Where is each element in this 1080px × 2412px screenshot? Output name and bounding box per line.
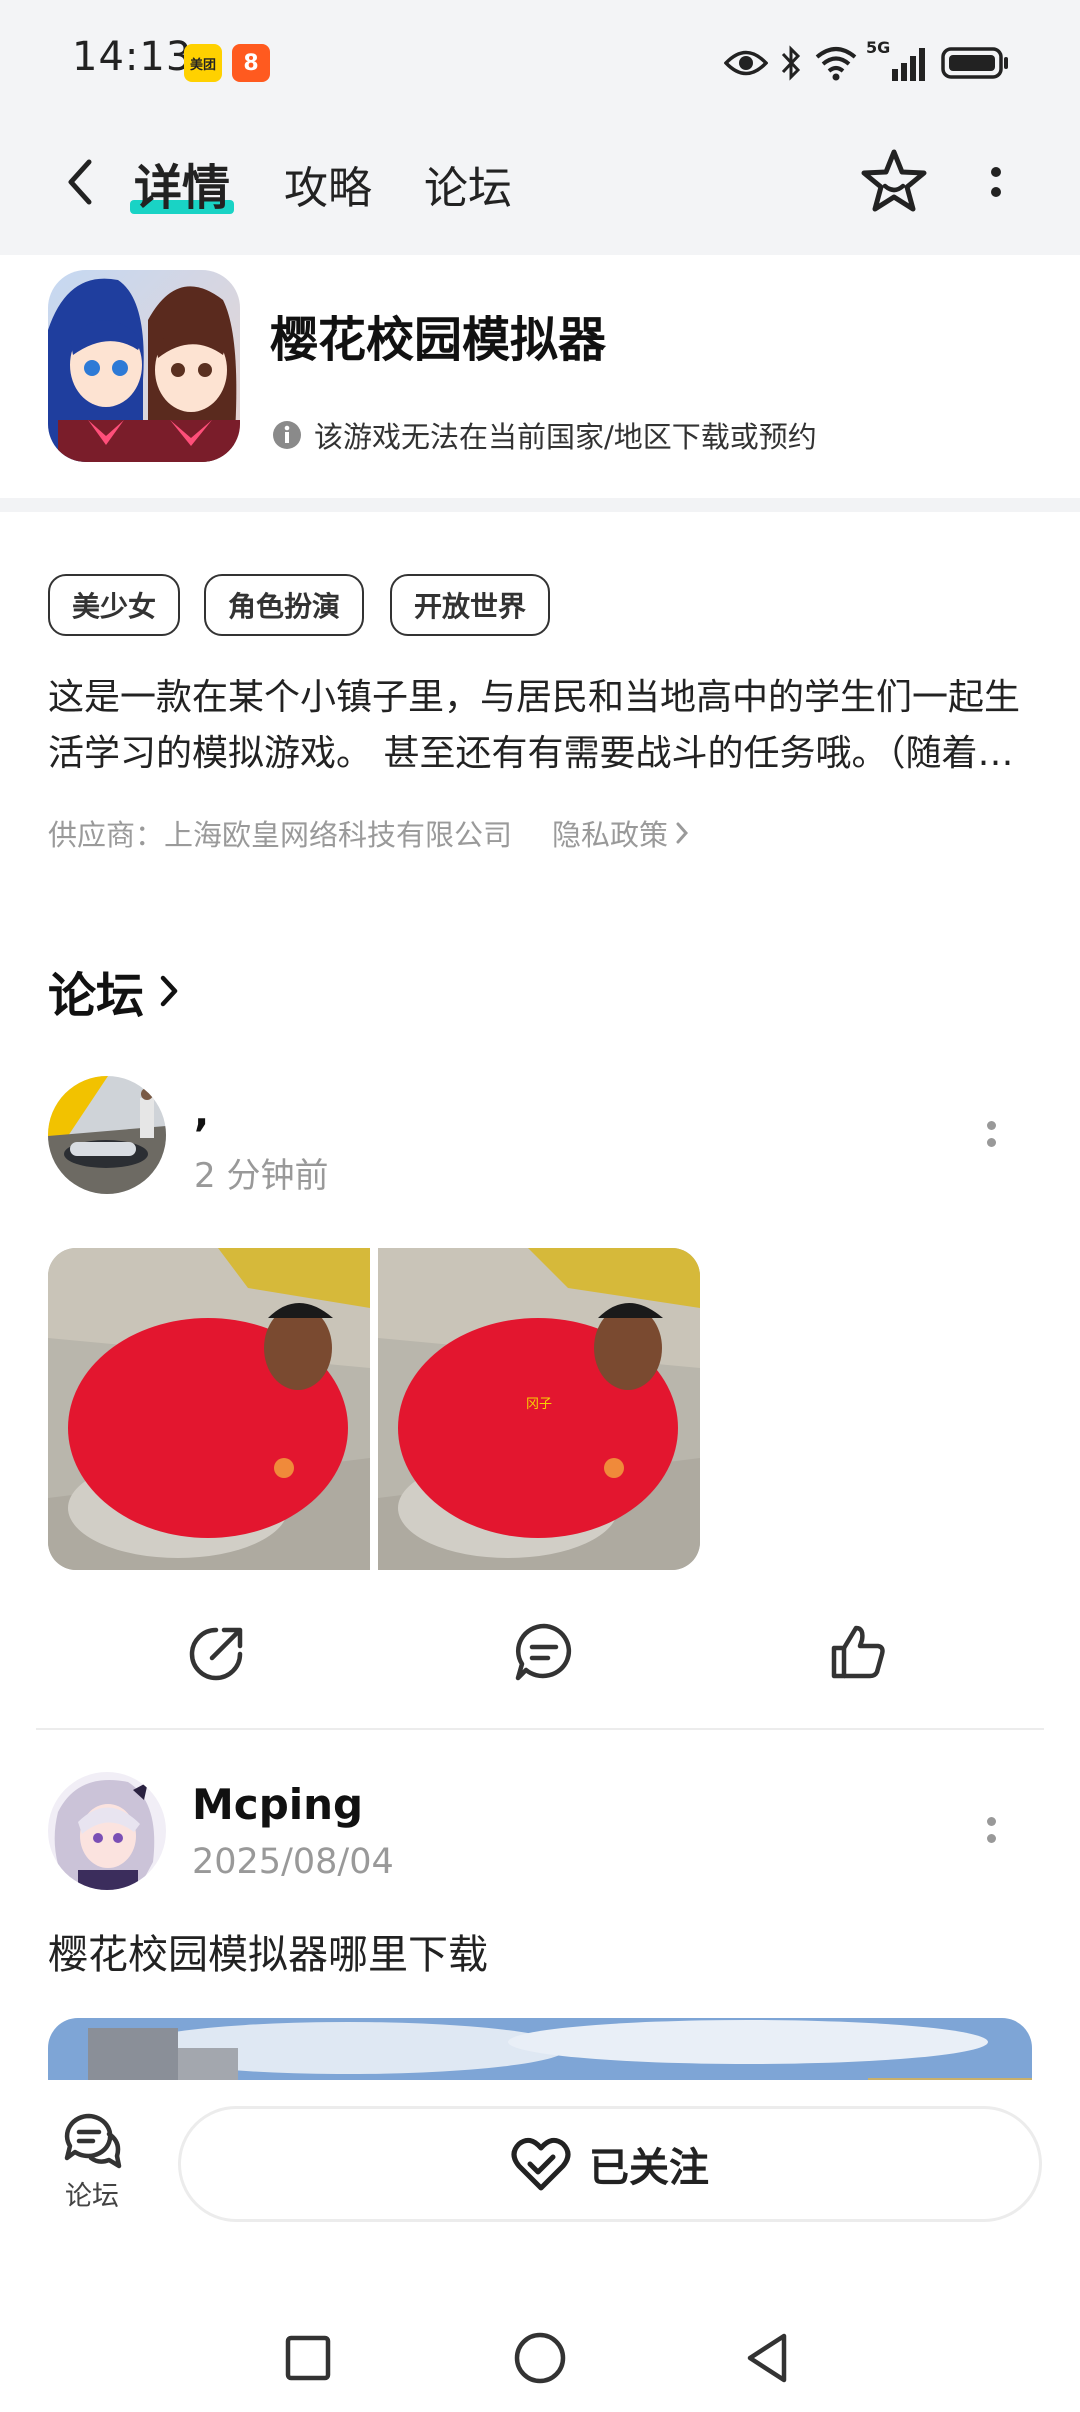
- app-description[interactable]: 这是一款在某个小镇子里，与居民和当地高中的学生们一起生 活学习的模拟游戏。 甚至…: [48, 670, 1038, 782]
- 5g-signal-icon: 5G: [866, 38, 930, 88]
- post-image[interactable]: 冈子: [378, 1248, 700, 1570]
- forum-nav-button[interactable]: 论坛: [56, 2112, 128, 2213]
- supplier-row: 供应商：上海欧皇网络科技有限公司 隐私政策: [48, 812, 690, 854]
- status-time: 14:13: [72, 34, 193, 80]
- meituan-notification-icon: 美团: [184, 44, 222, 82]
- follow-button[interactable]: 已关注: [178, 2106, 1042, 2222]
- comment-button[interactable]: [512, 1620, 576, 1684]
- app-title: 樱花校园模拟器: [270, 312, 607, 368]
- info-icon: [273, 421, 301, 449]
- app-description-line: 这是一款在某个小镇子里，与居民和当地高中的学生们一起生: [48, 677, 1021, 718]
- privacy-policy-link[interactable]: 隐私政策: [552, 812, 690, 854]
- triangle-back-icon: [747, 2333, 787, 2383]
- forum-icon: [64, 2113, 122, 2169]
- post-image[interactable]: [48, 1248, 370, 1570]
- post-timestamp: 2 分钟前: [194, 1156, 329, 1196]
- privacy-policy-label: 隐私政策: [552, 818, 669, 852]
- chevron-right-icon: [160, 975, 178, 1007]
- supplier-text: 供应商：上海欧皇网络科技有限公司: [48, 818, 513, 852]
- app-description-line: 活学习的模拟游戏。 甚至还有有需要战斗的任务哦。（随着…: [48, 733, 1014, 774]
- unavailable-notice: 该游戏无法在当前国家/地区下载或预约: [272, 414, 817, 456]
- square-icon: [285, 2335, 331, 2381]
- forum-section-link[interactable]: 论坛: [48, 956, 180, 1026]
- tag-chip[interactable]: 美少女: [48, 574, 181, 636]
- bluetooth-icon: [776, 38, 806, 88]
- tab-guide[interactable]: 攻略: [284, 152, 372, 216]
- post-divider: [36, 1728, 1044, 1730]
- tag-chip[interactable]: 开放世界: [390, 574, 551, 636]
- post-more-button[interactable]: [976, 1104, 1006, 1164]
- post-text[interactable]: 樱花校园模拟器哪里下载: [48, 1922, 488, 1980]
- post-username[interactable]: Mcping: [192, 1780, 363, 1829]
- section-divider: [0, 498, 1080, 512]
- chevron-right-icon: [676, 822, 689, 844]
- avatar[interactable]: [48, 1076, 166, 1194]
- more-options-button[interactable]: [976, 150, 1016, 214]
- share-button[interactable]: [186, 1620, 250, 1684]
- wifi-icon: [812, 38, 860, 88]
- forum-nav-label: 论坛: [65, 2181, 119, 2212]
- chevron-left-icon: [68, 159, 92, 205]
- post-more-button[interactable]: [976, 1800, 1006, 1860]
- heart-check-icon: [511, 2137, 571, 2191]
- tab-detail[interactable]: 详情: [134, 148, 230, 218]
- avatar[interactable]: [48, 1772, 166, 1890]
- follow-label: 已关注: [589, 2145, 709, 2191]
- post-username[interactable]: ,: [194, 1090, 209, 1136]
- star-icon: [861, 149, 927, 212]
- battery-icon: [940, 38, 1012, 88]
- share-icon: [189, 1627, 243, 1681]
- image-caption: 冈子: [526, 1397, 552, 1412]
- tab-forum[interactable]: 论坛: [424, 152, 512, 216]
- back-button[interactable]: [56, 150, 104, 214]
- unavailable-notice-text: 该游戏无法在当前国家/地区下载或预约: [314, 420, 817, 454]
- like-button[interactable]: [826, 1620, 890, 1684]
- circle-icon: [514, 2332, 566, 2384]
- system-back-button[interactable]: [740, 2330, 796, 2386]
- favorite-button[interactable]: [858, 146, 930, 218]
- app-icon: [48, 270, 240, 462]
- tag-chip[interactable]: 角色扮演: [204, 574, 365, 636]
- app-notification-icon: 8: [232, 44, 270, 82]
- home-button[interactable]: [512, 2330, 568, 2386]
- forum-heading: 论坛: [48, 968, 145, 1024]
- comment-icon: [515, 1623, 572, 1681]
- post-timestamp: 2025/08/04: [192, 1842, 394, 1882]
- thumbs-up-icon: [831, 1625, 885, 1679]
- eye-icon: [722, 38, 770, 88]
- recent-apps-button[interactable]: [280, 2330, 336, 2386]
